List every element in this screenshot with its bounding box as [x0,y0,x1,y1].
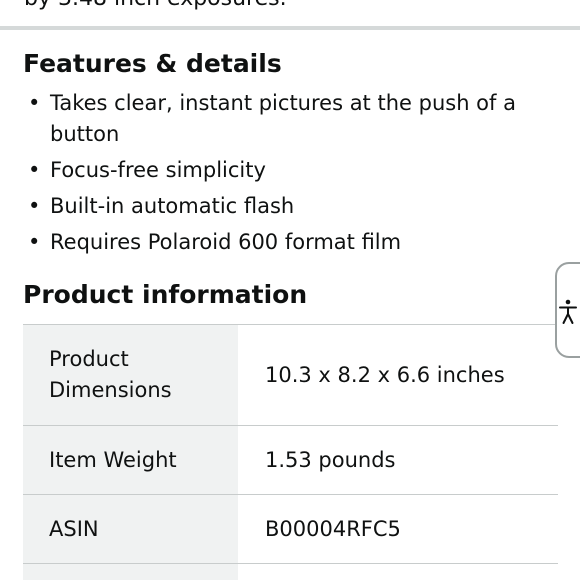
feature-text: Takes clear, instant pictures at the pus… [50,91,516,146]
table-row: Item Weight 1.53 pounds [23,425,558,495]
product-information-table: Product Dimensions 10.3 x 8.2 x 6.6 inch… [23,324,558,580]
description-text-partial: by 3.48 inch exposures. [24,0,287,11]
section-divider [0,26,580,30]
row-value: 10.3 x 8.2 x 6.6 inches [265,362,505,387]
feature-item: • Takes clear, instant pictures at the p… [26,88,526,150]
row-label: Item Weight [23,425,238,495]
feature-text: Built-in automatic flash [50,194,295,218]
feature-text: Requires Polaroid 600 format film [50,230,402,254]
bullet-icon: • [28,194,41,218]
feature-item: • Built-in automatic flash [26,191,526,222]
table-row: ASIN B00004RFC5 [23,494,558,564]
row-label: ASIN [23,494,238,564]
row-label: Product Dimensions [23,324,238,426]
table-row [23,563,558,580]
feature-item: • Focus-free simplicity [26,155,526,186]
bullet-icon: • [28,158,41,182]
product-page: by 3.48 inch exposures. Features & detai… [0,0,580,580]
row-value [238,564,558,580]
row-label [23,563,238,580]
table-row: Product Dimensions 10.3 x 8.2 x 6.6 inch… [23,324,558,426]
features-list: • Takes clear, instant pictures at the p… [26,88,526,263]
features-heading: Features & details [23,49,282,78]
feature-item: • Requires Polaroid 600 format film [26,227,526,258]
bullet-icon: • [28,230,41,254]
row-value: B00004RFC5 [265,516,401,541]
product-information-heading: Product information [23,280,308,309]
bullet-icon: • [28,91,41,115]
accessibility-icon [559,299,577,324]
row-value: 1.53 pounds [265,447,396,472]
feature-text: Focus-free simplicity [50,158,266,182]
